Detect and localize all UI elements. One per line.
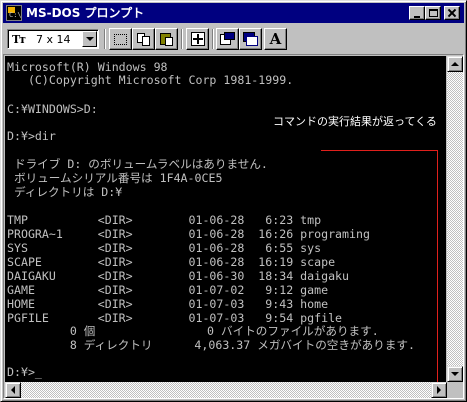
maximize-icon — [428, 9, 438, 17]
scrollbar-corner — [447, 382, 463, 398]
annotation-bracket — [437, 150, 438, 382]
copy-button[interactable] — [132, 28, 155, 50]
toolbar: Tт 7 x 14 A — [3, 25, 464, 53]
properties-icon — [220, 32, 235, 46]
console-line: D:¥>_ — [7, 365, 42, 379]
annotation-bracket — [321, 150, 438, 151]
toolbar-separator — [212, 29, 214, 49]
minimize-icon — [414, 15, 420, 18]
mark-button[interactable] — [109, 28, 132, 50]
scroll-up-icon — [451, 62, 459, 66]
background-button[interactable] — [239, 28, 262, 50]
ms-dos-prompt-window: C:\ MS-DOS プロンプト Tт 7 x 14 A コマンドの実行結果が返… — [0, 0, 467, 402]
console-frame: コマンドの実行結果が返ってくる Microsoft(R) Windows 98 … — [3, 54, 464, 399]
close-button[interactable] — [444, 6, 460, 20]
console-line: Microsoft(R) Windows 98 — [7, 60, 168, 74]
console-line: ドライブ D: のボリュームラベルはありません. — [7, 157, 268, 171]
annotation-label: コマンドの実行結果が返ってくる — [273, 115, 437, 128]
font-size-select[interactable]: Tт 7 x 14 — [7, 29, 99, 49]
console-output[interactable]: コマンドの実行結果が返ってくる Microsoft(R) Windows 98 … — [5, 56, 446, 382]
font-size-value: 7 x 14 — [36, 33, 71, 46]
scroll-left-button[interactable] — [5, 382, 21, 398]
console-line: ディレクトリは D:¥ — [7, 185, 123, 199]
truetype-font-icon: Tт — [12, 33, 26, 46]
console-line: 0 個 0 バイトのファイルがあります. — [7, 324, 379, 338]
console-line: SCAPE <DIR> 01-06-28 16:19 scape — [7, 255, 336, 269]
horizontal-scrollbar[interactable] — [5, 382, 447, 398]
scroll-right-button[interactable] — [431, 382, 447, 398]
console-line: C:¥WINDOWS>D: — [7, 102, 98, 116]
copy-icon — [136, 32, 151, 46]
console-line: SYS <DIR> 01-06-28 6:55 sys — [7, 241, 322, 255]
font-button[interactable]: A — [264, 28, 287, 50]
vertical-scrollbar[interactable] — [447, 56, 463, 382]
maximize-button[interactable] — [425, 6, 441, 20]
toolbar-separator — [104, 29, 106, 49]
properties-button[interactable] — [216, 28, 239, 50]
scroll-left-icon — [11, 386, 15, 394]
title-bar[interactable]: C:\ MS-DOS プロンプト — [3, 3, 464, 23]
scroll-up-button[interactable] — [447, 56, 463, 72]
mark-icon — [114, 33, 127, 45]
full-screen-button[interactable] — [186, 28, 209, 50]
console-line: PGFILE <DIR> 01-07-03 9:54 pgfile — [7, 311, 343, 325]
window-title: MS-DOS プロンプト — [26, 6, 145, 20]
console-line: TMP <DIR> 01-06-28 6:23 tmp — [7, 213, 322, 227]
toolbar-separator — [181, 29, 183, 49]
console-line: ボリュームシリアル番号は 1F4A-0CE5 — [7, 171, 223, 185]
chevron-down-icon[interactable] — [82, 31, 97, 47]
font-icon: A — [269, 30, 282, 48]
console-line: HOME <DIR> 01-07-03 9:43 home — [7, 297, 329, 311]
console-line: 8 ディレクトリ 4,063.37 メガバイトの空きがあります. — [7, 338, 415, 352]
close-icon — [448, 9, 457, 17]
paste-icon — [159, 32, 174, 46]
full-screen-icon — [190, 32, 205, 46]
scroll-right-icon — [437, 386, 441, 394]
background-icon — [243, 32, 258, 46]
console-line: D:¥>dir — [7, 129, 56, 143]
console-line: DAIGAKU <DIR> 01-06-30 18:34 daigaku — [7, 269, 350, 283]
scroll-down-icon — [451, 372, 459, 376]
paste-button[interactable] — [155, 28, 178, 50]
console-line: (C)Copyright Microsoft Corp 1981-1999. — [7, 73, 294, 87]
scroll-down-button[interactable] — [447, 366, 463, 382]
minimize-button[interactable] — [409, 6, 425, 20]
ms-dos-prompt-icon[interactable]: C:\ — [6, 5, 22, 21]
console-line: PROGRA~1 <DIR> 01-06-28 16:26 programing — [7, 227, 370, 241]
console-line: GAME <DIR> 01-07-02 9:12 game — [7, 283, 329, 297]
